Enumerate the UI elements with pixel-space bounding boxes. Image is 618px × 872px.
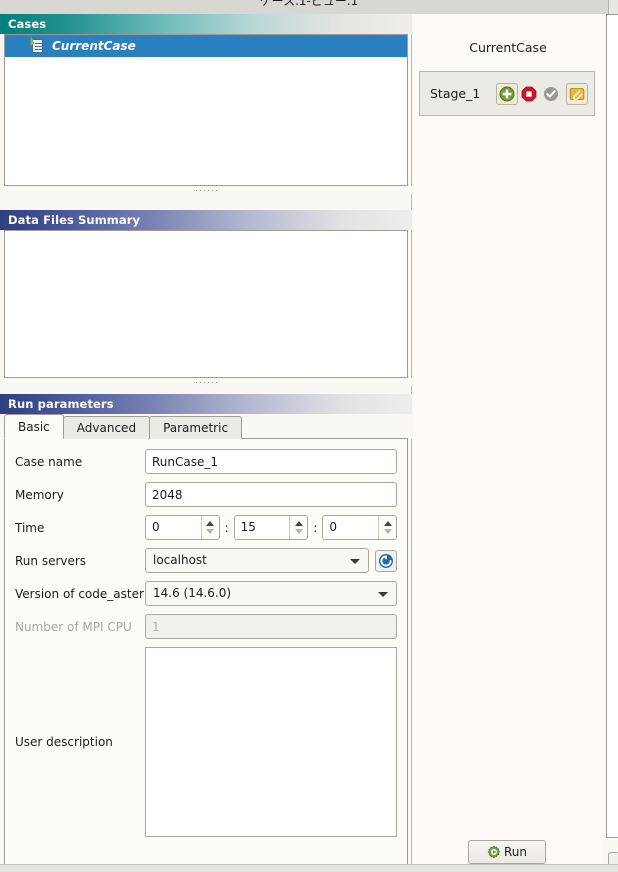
run-parameters-caption: Run parameters — [0, 394, 412, 414]
run-parameters-tabbar: Basic Advanced Parametric — [0, 414, 412, 439]
tree-item-label: CurrentCase — [52, 39, 136, 53]
stop-octagon-icon — [521, 86, 537, 101]
splitter-grip — [195, 381, 217, 383]
run-button-label: Run — [503, 845, 527, 859]
time-group: 0 : 15 : 0 — [145, 515, 398, 540]
case-name-label: Case name — [15, 454, 83, 469]
run-gear-icon — [487, 845, 501, 859]
cases-tree[interactable]: CurrentCase — [4, 34, 408, 186]
case-document-icon — [26, 36, 45, 54]
attach-files-button[interactable] — [566, 82, 588, 105]
case-name-input[interactable] — [145, 449, 397, 474]
left-column: Cases CurrentCase Data Files Summary Run… — [0, 14, 412, 872]
window-bottom-bar — [0, 864, 618, 872]
memory-input[interactable] — [145, 482, 397, 507]
splitter-datafiles-runparams[interactable] — [0, 378, 412, 386]
run-button[interactable]: Run — [468, 840, 546, 864]
stage-view-title: CurrentCase — [469, 40, 547, 55]
field-row-case-name: Case name — [15, 449, 397, 474]
field-row-memory: Memory — [15, 482, 397, 507]
titlebar-right-notch — [608, 0, 618, 14]
check-button[interactable] — [540, 83, 562, 105]
data-files-summary-panel: Data Files Summary — [0, 210, 412, 386]
right-edge-strip — [603, 14, 618, 872]
stage-view-panel: CurrentCase Stage_1 Run — [413, 14, 603, 872]
mpi-cpu-label: Number of MPI CPU — [15, 619, 132, 634]
time-label: Time — [15, 520, 45, 535]
user-description-textarea[interactable] — [145, 647, 397, 837]
stage-name-label: Stage_1 — [430, 86, 481, 101]
run-servers-combobox[interactable]: localhost — [145, 548, 369, 573]
window-titlebar: ケース.1-ビュー.1 — [0, 0, 618, 14]
memory-label: Memory — [15, 487, 64, 502]
time-hours-arrows[interactable] — [200, 516, 219, 539]
data-files-summary-list[interactable] — [4, 230, 408, 378]
version-label: Version of code_aster — [15, 586, 144, 601]
run-servers-value: localhost — [153, 553, 207, 567]
time-seconds-value: 0 — [329, 520, 337, 534]
plus-circle-icon — [499, 86, 515, 101]
time-seconds-stepper[interactable]: 0 — [322, 515, 398, 540]
paperclip-icon — [569, 87, 585, 100]
cases-panel: Cases CurrentCase — [0, 14, 412, 194]
stage-row: Stage_1 — [419, 71, 595, 116]
time-separator-2: : — [313, 520, 318, 535]
field-row-version: Version of code_aster 14.6 (14.6.0) — [15, 581, 397, 606]
run-parameters-panel: Run parameters Basic Advanced Parametric… — [0, 394, 412, 872]
time-minutes-stepper[interactable]: 15 — [233, 515, 309, 540]
field-row-time: Time 0 : 15 : 0 — [15, 515, 398, 540]
field-row-mpi-cpu: Number of MPI CPU — [15, 614, 397, 639]
splitter-grip — [195, 189, 217, 191]
application-window: ケース.1-ビュー.1 Cases CurrentCase Data Files… — [0, 0, 618, 872]
field-row-run-servers: Run servers localhost — [15, 548, 397, 573]
field-row-user-description: User description — [15, 647, 397, 837]
tabpage-basic: Case name Memory Time 0 : — [4, 439, 408, 872]
check-circle-icon — [544, 86, 559, 101]
adjacent-panel-edge — [606, 14, 618, 838]
tab-parametric[interactable]: Parametric — [149, 416, 243, 439]
time-seconds-arrows[interactable] — [378, 516, 397, 539]
splitter-cases-datafiles[interactable] — [0, 186, 412, 194]
time-minutes-arrows[interactable] — [289, 516, 308, 539]
refresh-servers-button[interactable] — [375, 549, 397, 572]
cases-panel-caption: Cases — [0, 14, 412, 34]
stop-button[interactable] — [518, 83, 540, 105]
time-hours-value: 0 — [152, 520, 160, 534]
user-description-label: User description — [15, 735, 113, 749]
time-hours-stepper[interactable]: 0 — [145, 515, 220, 540]
chevron-down-icon — [378, 592, 388, 597]
time-minutes-value: 15 — [240, 520, 256, 534]
tab-basic[interactable]: Basic — [4, 414, 64, 439]
window-title: ケース.1-ビュー.1 — [259, 0, 359, 8]
mpi-cpu-input — [145, 614, 397, 639]
run-servers-label: Run servers — [15, 553, 87, 568]
add-stage-button[interactable] — [496, 82, 519, 105]
tree-item-currentcase[interactable]: CurrentCase — [5, 35, 407, 57]
time-separator-1: : — [224, 520, 229, 535]
tab-advanced[interactable]: Advanced — [62, 416, 151, 439]
data-files-summary-caption: Data Files Summary — [0, 210, 412, 230]
version-combobox[interactable]: 14.6 (14.6.0) — [145, 581, 397, 606]
version-value: 14.6 (14.6.0) — [153, 586, 232, 600]
chevron-down-icon — [350, 559, 360, 564]
refresh-icon — [379, 553, 393, 568]
